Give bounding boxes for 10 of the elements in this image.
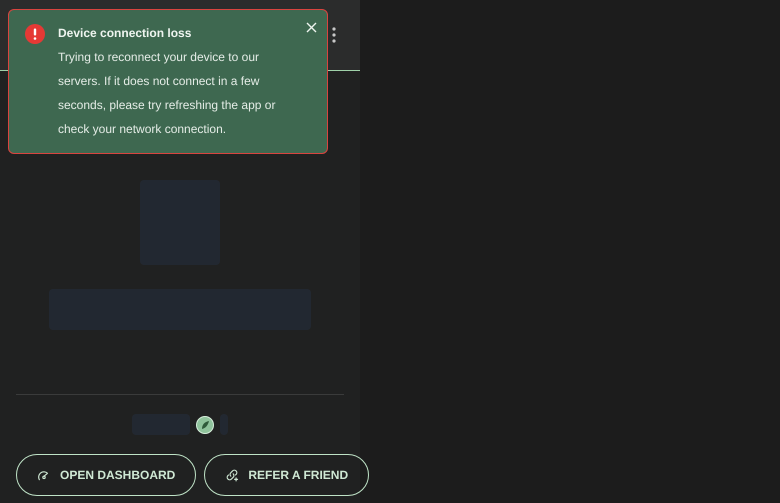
toast-message: Trying to reconnect your device to our servers. If it does not connect in a few seconds, please try refreshing the app or check your network connection. — [58, 49, 276, 138]
gauge-icon — [37, 468, 51, 482]
refer-button[interactable]: REFER A FRIEND — [204, 454, 370, 496]
close-icon — [306, 22, 316, 32]
dashboard-button[interactable]: OPEN DASHBOARD — [16, 454, 196, 496]
leaf-coin-icon — [196, 416, 214, 434]
toast-title: Device connection loss — [58, 26, 192, 41]
error-icon — [25, 24, 45, 44]
more-icon[interactable] — [332, 27, 336, 43]
link-icon — [225, 468, 240, 482]
